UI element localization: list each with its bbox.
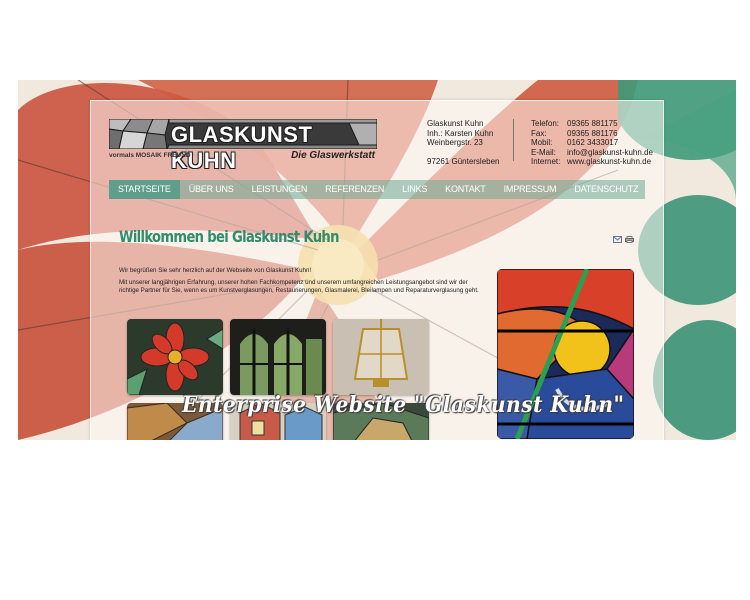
mail-icon[interactable] bbox=[613, 236, 622, 243]
nav-item-kontakt[interactable]: Kontakt bbox=[436, 180, 494, 199]
contact-label: Telefon: bbox=[531, 119, 560, 128]
address-divider bbox=[513, 119, 514, 161]
nav-item-leistungen[interactable]: Leistungen bbox=[243, 180, 317, 199]
gallery-thumbnail[interactable] bbox=[127, 319, 223, 395]
contact-values: 09365 881175 09365 881176 0162 3433017 i… bbox=[567, 119, 653, 167]
nav-item-referenzen[interactable]: Referenzen bbox=[316, 180, 393, 199]
logo-subtitle: Die Glaswerkstatt bbox=[291, 150, 375, 161]
intro-paragraph: Mit unserer langjährigen Erfahrung, unse… bbox=[119, 278, 479, 295]
logo-former-name: vormals MOSAIK FREUND bbox=[109, 152, 191, 159]
nav-item-datenschutz[interactable]: Datenschutz bbox=[565, 180, 647, 199]
intro-text: Wir begrüßen Sie sehr herzlich auf der W… bbox=[119, 267, 487, 299]
site-logo[interactable]: GLASKUNST KUHN vormals MOSAIK FREUND Die… bbox=[109, 119, 377, 173]
address-line bbox=[427, 148, 500, 158]
page-title: Willkommen bei Glaskunst Kuhn bbox=[119, 227, 339, 246]
postal-address: Glaskunst Kuhn Inh.: Karsten Kuhn Weinbe… bbox=[427, 119, 500, 167]
intro-paragraph: Wir begrüßen Sie sehr herzlich auf der W… bbox=[119, 267, 312, 274]
contact-labels: Telefon: Fax: Mobil: E-Mail: Internet: bbox=[531, 119, 560, 167]
contact-label: E-Mail: bbox=[531, 147, 556, 157]
nav-item-startseite[interactable]: Startseite bbox=[109, 180, 180, 199]
contact-label: Internet: bbox=[531, 157, 561, 166]
main-navigation: Startseite Über uns Leistungen Referenze… bbox=[109, 180, 645, 199]
nav-item-ueber-uns[interactable]: Über uns bbox=[180, 180, 243, 199]
banner-mockup: GLASKUNST KUHN vormals MOSAIK FREUND Die… bbox=[18, 80, 736, 440]
phone-value: 09365 881175 bbox=[567, 119, 618, 128]
contact-label: Fax: bbox=[531, 128, 547, 138]
gallery-thumbnail[interactable] bbox=[230, 319, 326, 395]
website-panel: GLASKUNST KUHN vormals MOSAIK FREUND Die… bbox=[90, 100, 664, 440]
address-line: Weinbergstr. 23 bbox=[427, 138, 483, 147]
contact-label: Mobil: bbox=[531, 138, 553, 147]
fax-value: 09365 881176 bbox=[567, 128, 618, 138]
overlay-caption: Enterprise Website "Glaskunst Kuhn" bbox=[182, 392, 625, 418]
address-line: 97261 Güntersleben bbox=[427, 157, 500, 166]
gallery-thumbnail[interactable] bbox=[333, 319, 429, 395]
nav-item-impressum[interactable]: Impressum bbox=[495, 180, 566, 199]
print-icon[interactable] bbox=[625, 236, 634, 243]
address-line: Inh.: Karsten Kuhn bbox=[427, 128, 494, 138]
nav-item-links[interactable]: Links bbox=[393, 180, 436, 199]
mobile-value: 0162 3433017 bbox=[567, 138, 619, 147]
email-link[interactable]: info@glaskunst-kuhn.de bbox=[567, 148, 653, 158]
address-line: Glaskunst Kuhn bbox=[427, 119, 484, 128]
website-link[interactable]: www.glaskunst-kuhn.de bbox=[567, 157, 653, 167]
logo-brand-text: GLASKUNST KUHN bbox=[171, 122, 313, 173]
